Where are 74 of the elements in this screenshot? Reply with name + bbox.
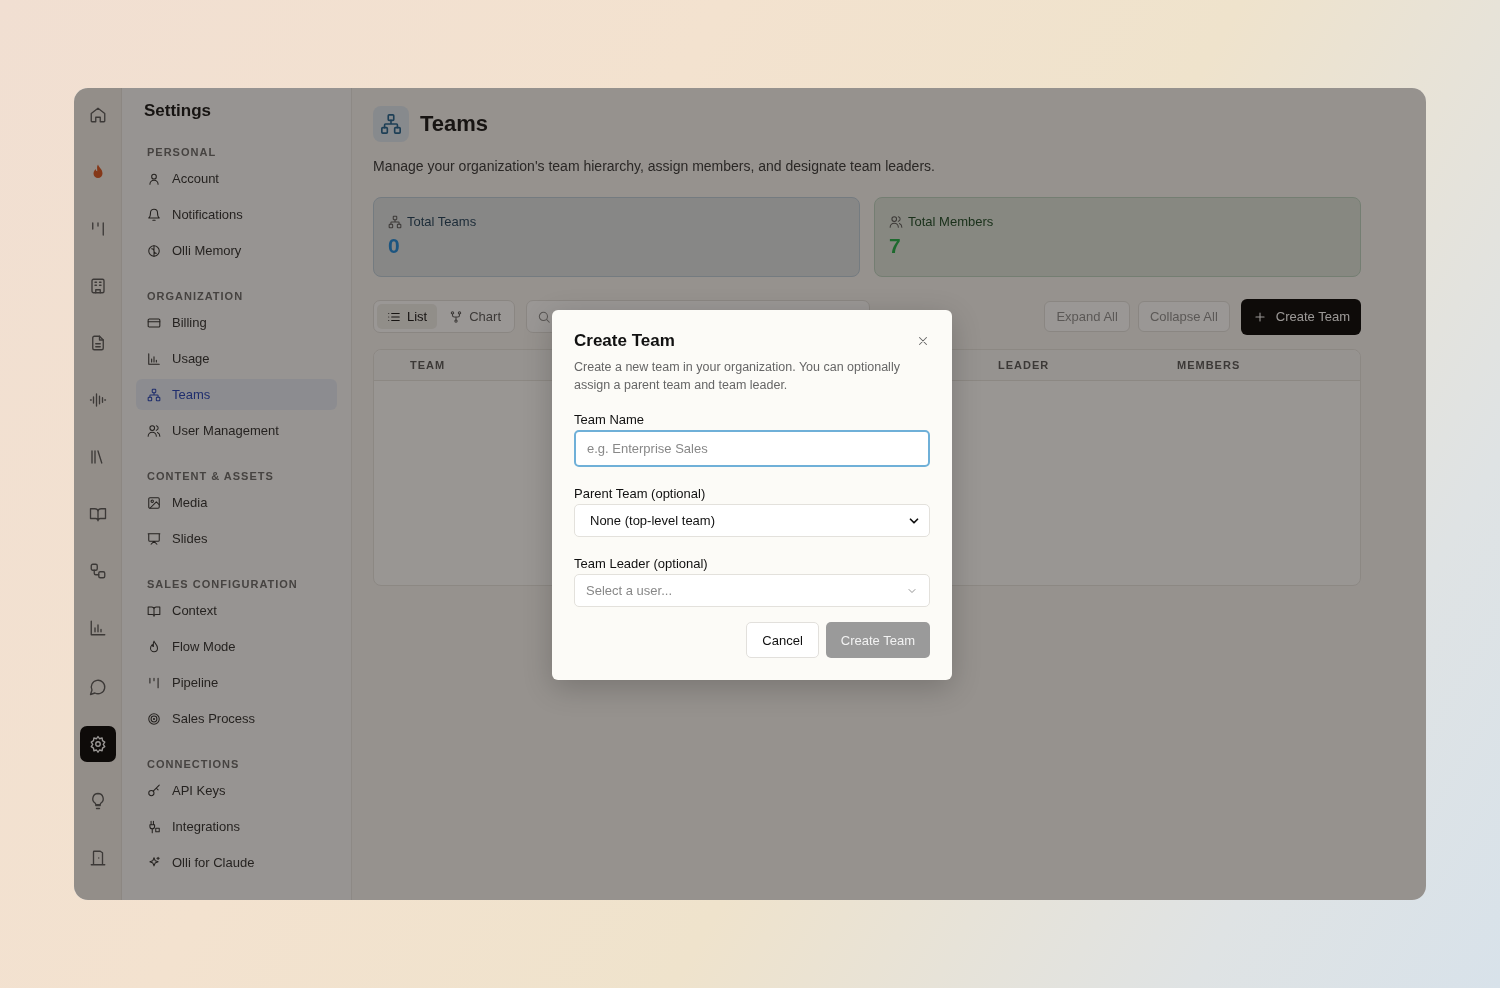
workflow-icon [88,562,107,580]
column-header: TEAM [410,359,446,371]
sidebar-item[interactable]: Teams [136,379,337,410]
key-icon [147,783,161,798]
column-header: MEMBERS [1177,359,1241,371]
user-icon [147,171,161,186]
sidebar-item[interactable]: Pipeline [136,667,337,698]
stat-value: 7 [889,234,901,258]
section-heading: SALES CONFIGURATION [146,578,299,590]
select-field[interactable]: Select a user... [574,574,930,607]
plug-icon [147,819,161,834]
credit-card-icon [147,315,161,330]
sidebar-item[interactable]: Context [136,595,337,626]
audio-wave-icon [88,391,107,409]
sidebar-item[interactable]: Usage [136,343,337,374]
book-icon [88,505,107,523]
sidebar-item[interactable]: Notifications [136,199,337,230]
kanban-icon [147,675,161,690]
chat-icon [88,678,107,696]
section-heading: PERSONAL [146,146,218,158]
hierarchy-icon [373,106,409,142]
users-icon [889,214,903,229]
users-icon [147,423,161,438]
sidebar-item[interactable]: Integrations [136,811,337,842]
bell-icon [147,207,161,222]
sidebar-item[interactable]: Sales Process [136,703,337,734]
image-icon [147,495,161,510]
stat-value: 0 [388,234,400,258]
view-tab[interactable]: Chart [439,304,512,329]
settings-icon [88,735,107,753]
sidebar-title: Settings [143,101,213,121]
section-heading: CONTENT & ASSETS [146,470,275,482]
target-icon [147,711,161,726]
building-icon [88,277,107,295]
hierarchy-icon [388,214,402,229]
section-heading: ORGANIZATION [146,290,245,302]
sidebar-item[interactable]: Account [136,163,337,194]
book-icon [147,603,161,618]
dialog-description: Create a new team in your organization. You can optionally assign a parent team and team leader. [574,359,901,394]
field-label: Team Name [574,412,646,427]
input-field[interactable]: e.g. Enterprise Sales [574,430,930,467]
cancel-button[interactable]: Cancel [746,622,819,658]
flame-icon [147,639,161,654]
home-icon [88,106,107,124]
search-icon [537,309,552,324]
bar-chart-icon [147,351,161,366]
door-icon [88,849,107,867]
presentation-icon [147,531,161,546]
sidebar-item[interactable]: Billing [136,307,337,338]
dialog-title: Create Team [574,331,675,351]
sidebar-item[interactable]: API Keys [136,775,337,806]
field-label: Parent Team (optional) [574,486,707,501]
page-title: Teams [420,111,489,137]
view-tab[interactable]: List [377,304,438,329]
section-heading: CONNECTIONS [146,758,241,770]
field-label: Team Leader (optional) [574,556,709,571]
create-team-button[interactable]: Create Team [1240,298,1361,335]
column-header: LEADER [998,359,1050,371]
sidebar-item[interactable]: User Management [136,415,337,446]
bar-chart-icon [88,619,107,637]
select-field[interactable]: None (top-level team) [574,504,930,537]
close-icon[interactable] [916,334,930,348]
rail-button[interactable] [79,726,116,762]
fork-icon [449,309,464,324]
sidebar-item[interactable]: Olli for Claude [136,847,337,878]
stat-label: Total Members [908,214,994,229]
page-subtitle: Manage your organization's team hierarchy, assign members, and designate team leaders. [373,158,936,174]
sidebar-item[interactable]: Olli Memory [136,235,337,266]
sidebar-item[interactable]: Slides [136,523,337,554]
hierarchy-icon [147,387,161,402]
plus-icon [1252,309,1267,324]
sidebar-item[interactable]: Media [136,487,337,518]
sidebar-item[interactable]: Flow Mode [136,631,337,662]
stat-label: Total Teams [407,214,477,229]
